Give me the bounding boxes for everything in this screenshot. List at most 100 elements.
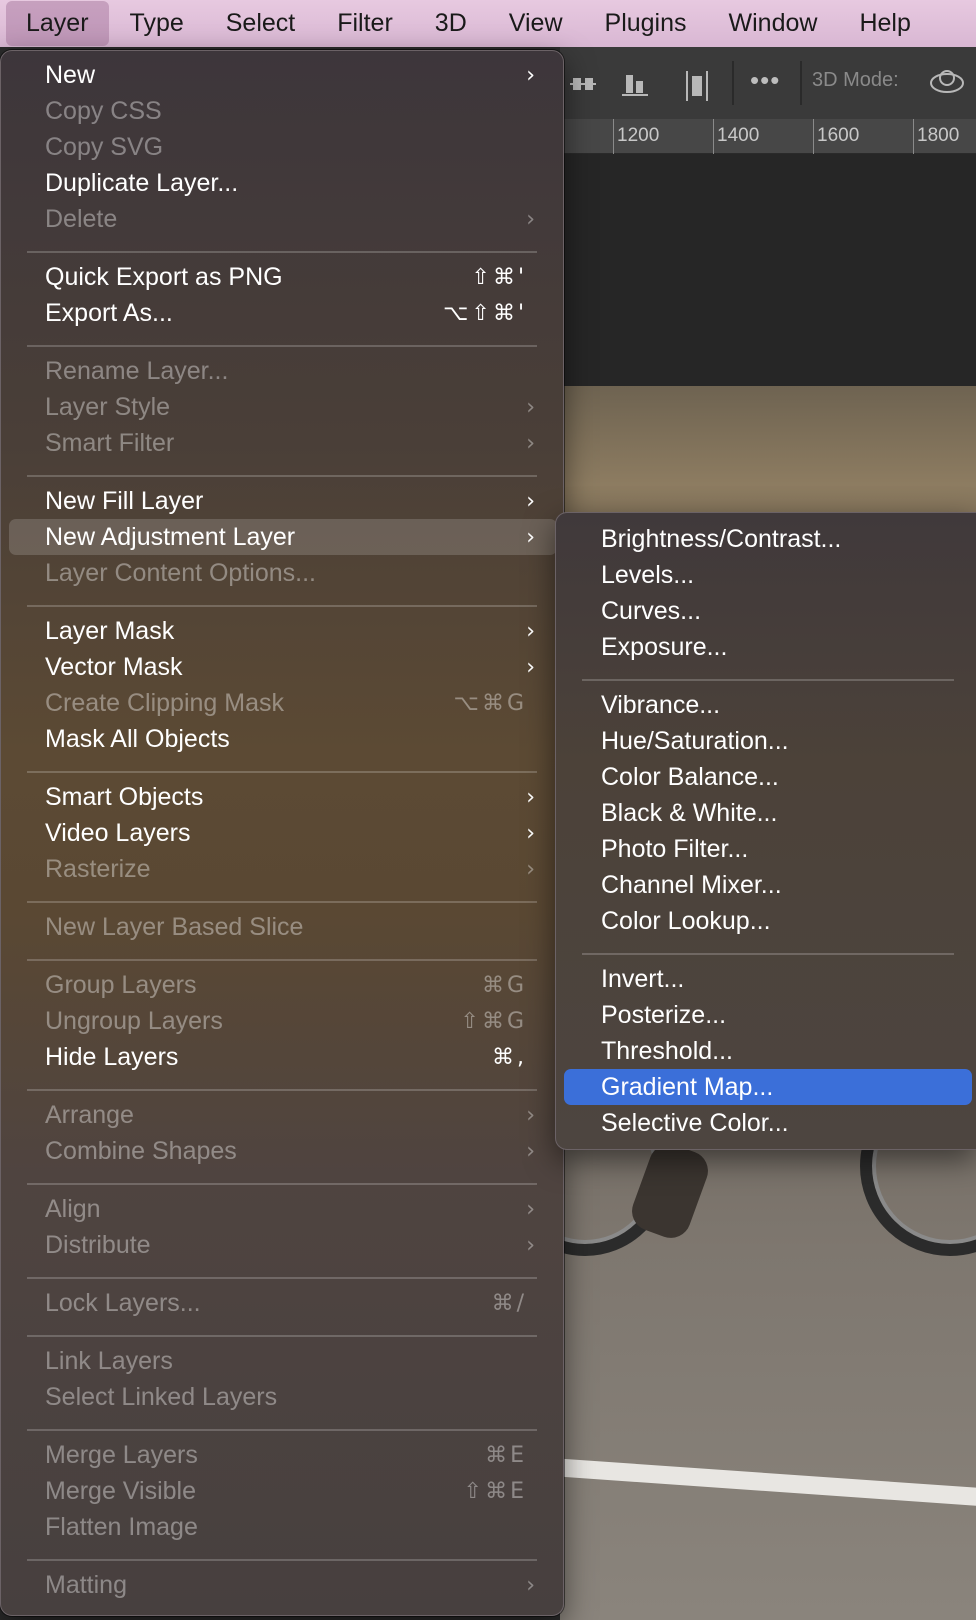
- menu-item-rasterize[interactable]: Rasterize ›: [9, 851, 557, 887]
- menu-item-matting[interactable]: Matting ›: [9, 1567, 557, 1603]
- submenu-item-color-balance[interactable]: Color Balance...: [564, 759, 975, 795]
- distribute-horizontal-icon[interactable]: [684, 71, 710, 108]
- menu-item-merge-visible[interactable]: Merge Visible ⇧⌘E: [9, 1473, 557, 1509]
- keyboard-shortcut: ⌘/: [491, 1290, 527, 1316]
- menu-item-label: Hide Layers: [45, 1042, 179, 1071]
- submenu-item-invert[interactable]: Invert...: [564, 961, 975, 997]
- menu-item-duplicate-layer[interactable]: Duplicate Layer...: [9, 165, 557, 201]
- new-adjustment-layer-submenu: Brightness/Contrast... Levels... Curves...…: [555, 512, 976, 1150]
- menu-item-merge-layers[interactable]: Merge Layers ⌘E: [9, 1437, 557, 1473]
- menu-item-flatten-image[interactable]: Flatten Image: [9, 1509, 557, 1545]
- chevron-right-icon: ›: [526, 1102, 535, 1128]
- menu-separator: [27, 475, 537, 477]
- menu-layer[interactable]: Layer: [6, 1, 109, 46]
- chevron-right-icon: ›: [526, 62, 535, 88]
- menu-plugins[interactable]: Plugins: [584, 0, 708, 47]
- menu-view[interactable]: View: [488, 0, 584, 47]
- menu-item-label: Select Linked Layers: [45, 1382, 278, 1411]
- menu-item-new[interactable]: New ›: [9, 57, 557, 93]
- submenu-item-threshold[interactable]: Threshold...: [564, 1033, 975, 1069]
- keyboard-shortcut: ⌘E: [485, 1442, 527, 1468]
- menu-item-new-adjustment-layer[interactable]: New Adjustment Layer ›: [9, 519, 557, 555]
- menu-item-layer-style[interactable]: Layer Style ›: [9, 389, 557, 425]
- chevron-right-icon: ›: [526, 1572, 535, 1598]
- menu-item-copy-css[interactable]: Copy CSS: [9, 93, 557, 129]
- submenu-item-channel-mixer[interactable]: Channel Mixer...: [564, 867, 975, 903]
- menu-item-link-layers[interactable]: Link Layers: [9, 1343, 557, 1379]
- submenu-item-color-lookup[interactable]: Color Lookup...: [564, 903, 975, 939]
- submenu-item-curves[interactable]: Curves...: [564, 593, 975, 629]
- submenu-item-label: Photo Filter...: [601, 834, 749, 863]
- menu-item-smart-filter[interactable]: Smart Filter ›: [9, 425, 557, 461]
- menu-separator: [27, 1559, 537, 1561]
- more-options-icon[interactable]: •••: [750, 65, 780, 96]
- menu-item-layer-content-options[interactable]: Layer Content Options...: [9, 555, 557, 591]
- chevron-right-icon: ›: [526, 206, 535, 232]
- menu-item-label: Video Layers: [45, 818, 191, 847]
- submenu-item-levels[interactable]: Levels...: [564, 557, 975, 593]
- chevron-right-icon: ›: [526, 430, 535, 456]
- submenu-item-photo-filter[interactable]: Photo Filter...: [564, 831, 975, 867]
- distribute-centers-icon[interactable]: [570, 71, 596, 104]
- menu-item-label: Smart Objects: [45, 782, 204, 811]
- ruler-tick-label: 1800: [917, 125, 960, 146]
- menu-item-smart-objects[interactable]: Smart Objects ›: [9, 779, 557, 815]
- menu-item-align[interactable]: Align ›: [9, 1191, 557, 1227]
- menu-item-copy-svg[interactable]: Copy SVG: [9, 129, 557, 165]
- menu-item-select-linked-layers[interactable]: Select Linked Layers: [9, 1379, 557, 1415]
- submenu-item-label: Gradient Map...: [601, 1072, 774, 1101]
- chevron-right-icon: ›: [526, 524, 535, 550]
- submenu-item-selective-color[interactable]: Selective Color...: [564, 1105, 975, 1141]
- menu-item-delete[interactable]: Delete ›: [9, 201, 557, 237]
- ruler-tick-label: 1400: [717, 125, 760, 146]
- menu-item-hide-layers[interactable]: Hide Layers ⌘,: [9, 1039, 557, 1075]
- menu-separator: [27, 1277, 537, 1279]
- menu-item-combine-shapes[interactable]: Combine Shapes ›: [9, 1133, 557, 1169]
- menu-filter[interactable]: Filter: [316, 0, 414, 47]
- menu-separator: [27, 605, 537, 607]
- menu-item-label: Layer Mask: [45, 616, 175, 645]
- canvas-pasteboard[interactable]: [560, 154, 976, 386]
- menu-item-label: Smart Filter: [45, 428, 175, 457]
- menu-item-mask-all-objects[interactable]: Mask All Objects: [9, 721, 557, 757]
- menu-separator: [27, 345, 537, 347]
- menu-item-label: Combine Shapes: [45, 1136, 237, 1165]
- submenu-item-exposure[interactable]: Exposure...: [564, 629, 975, 665]
- submenu-item-hue-saturation[interactable]: Hue/Saturation...: [564, 723, 975, 759]
- menu-item-layer-mask[interactable]: Layer Mask ›: [9, 613, 557, 649]
- road-line: [560, 1457, 976, 1509]
- menu-select[interactable]: Select: [205, 0, 316, 47]
- menu-item-label: Ungroup Layers: [45, 1006, 223, 1035]
- submenu-item-vibrance[interactable]: Vibrance...: [564, 687, 975, 723]
- menu-item-label: Rasterize: [45, 854, 151, 883]
- submenu-item-label: Black & White...: [601, 798, 778, 827]
- menu-3d[interactable]: 3D: [414, 0, 488, 47]
- menu-item-label: Copy SVG: [45, 132, 164, 161]
- menu-item-export-as[interactable]: Export As... ⌥⇧⌘': [9, 295, 557, 331]
- menu-item-label: New Fill Layer: [45, 486, 204, 515]
- menu-item-arrange[interactable]: Arrange ›: [9, 1097, 557, 1133]
- menu-item-distribute[interactable]: Distribute ›: [9, 1227, 557, 1263]
- menu-item-vector-mask[interactable]: Vector Mask ›: [9, 649, 557, 685]
- menu-item-create-clipping-mask[interactable]: Create Clipping Mask ⌥⌘G: [9, 685, 557, 721]
- submenu-item-label: Vibrance...: [601, 690, 721, 719]
- menu-help[interactable]: Help: [838, 0, 931, 47]
- chevron-right-icon: ›: [526, 820, 535, 846]
- menu-item-group-layers[interactable]: Group Layers ⌘G: [9, 967, 557, 1003]
- menu-item-lock-layers[interactable]: Lock Layers... ⌘/: [9, 1285, 557, 1321]
- ruler-tick-label: 1600: [817, 125, 860, 146]
- menu-item-new-layer-based-slice[interactable]: New Layer Based Slice: [9, 909, 557, 945]
- submenu-item-posterize[interactable]: Posterize...: [564, 997, 975, 1033]
- menu-item-ungroup-layers[interactable]: Ungroup Layers ⇧⌘G: [9, 1003, 557, 1039]
- menu-item-rename-layer[interactable]: Rename Layer...: [9, 353, 557, 389]
- menu-window[interactable]: Window: [708, 0, 839, 47]
- submenu-item-brightness-contrast[interactable]: Brightness/Contrast...: [564, 521, 975, 557]
- menu-item-new-fill-layer[interactable]: New Fill Layer ›: [9, 483, 557, 519]
- menu-type[interactable]: Type: [109, 0, 205, 47]
- menu-item-video-layers[interactable]: Video Layers ›: [9, 815, 557, 851]
- distribute-bottom-icon[interactable]: [622, 71, 648, 104]
- menu-item-quick-export-as-png[interactable]: Quick Export as PNG ⇧⌘': [9, 259, 557, 295]
- submenu-item-gradient-map[interactable]: Gradient Map...: [564, 1069, 972, 1105]
- submenu-item-black-white[interactable]: Black & White...: [564, 795, 975, 831]
- 3d-orbit-icon[interactable]: [928, 65, 966, 106]
